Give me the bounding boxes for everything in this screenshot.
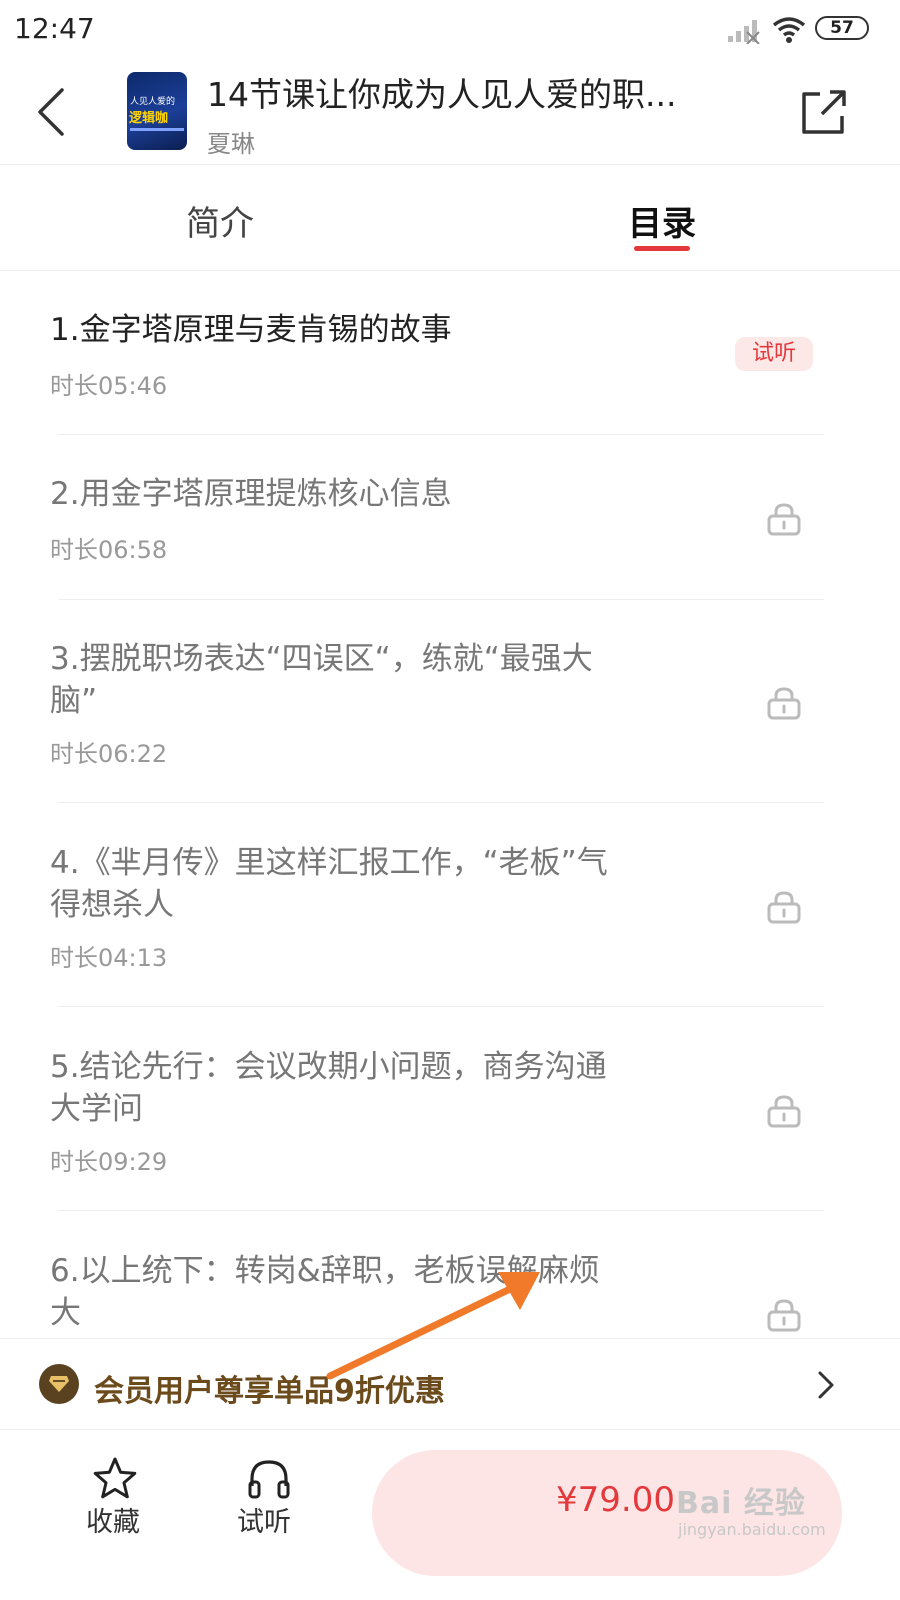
vip-diamond-icon <box>39 1364 79 1404</box>
headphones-icon[interactable] <box>247 1458 291 1504</box>
cover-text-main: 逻辑咖 <box>129 111 169 126</box>
status-bar <box>0 0 900 62</box>
trial-listen-button[interactable]: 试听 <box>237 1500 291 1539</box>
watermark-brand: Bai 经验 <box>676 1486 806 1521</box>
watermark-site: jingyan.baidu.com <box>678 1520 826 1539</box>
tab-toc[interactable]: 目录 <box>628 196 696 245</box>
lesson-duration-2: 时长06:58 <box>50 536 168 564</box>
list-divider <box>58 1006 824 1007</box>
star-icon[interactable] <box>92 1456 138 1504</box>
header-divider <box>0 164 900 165</box>
list-divider <box>58 802 824 803</box>
course-author: 夏琳 <box>207 130 255 158</box>
cover-text-top: 人见人爱的 <box>130 97 176 107</box>
cellular-signal-icon <box>727 18 761 48</box>
list-divider <box>58 1210 824 1211</box>
active-tab-indicator <box>634 246 690 251</box>
lock-icon <box>766 1298 802 1336</box>
cover-decor-line <box>130 128 184 131</box>
lesson-title-4[interactable]: 4.《芈月传》里这样汇报工作，“老板”气得想杀人 <box>50 842 610 926</box>
lesson-duration-1: 时长05:46 <box>50 372 168 400</box>
tab-intro[interactable]: 简介 <box>186 196 254 245</box>
lesson-title-1[interactable]: 1.金字塔原理与麦肯锡的故事 <box>50 309 610 351</box>
lock-icon <box>766 686 802 724</box>
price-label: ¥79.00 <box>556 1480 675 1520</box>
share-button[interactable] <box>800 88 848 140</box>
lesson-title-5[interactable]: 5.结论先行：会议改期小问题，商务沟通大学问 <box>50 1046 610 1130</box>
lesson-duration-5: 时长09:29 <box>50 1148 168 1176</box>
wifi-icon <box>772 16 806 48</box>
favorite-button[interactable]: 收藏 <box>86 1500 140 1539</box>
tabs-divider <box>0 270 900 271</box>
list-divider <box>58 434 824 435</box>
battery-indicator: 57 <box>815 16 869 40</box>
lesson-duration-3: 时长06:22 <box>50 740 168 768</box>
course-title: 14节课让你成为人见人爱的职... <box>207 75 677 114</box>
lesson-title-6[interactable]: 6.以上统下：转岗&辞职，老板误解麻烦大 <box>50 1250 610 1334</box>
lock-icon <box>766 890 802 928</box>
chevron-right-icon <box>816 1370 836 1404</box>
list-divider <box>58 599 824 600</box>
lesson-duration-4: 时长04:13 <box>50 944 168 972</box>
status-time: 12:47 <box>14 12 95 45</box>
back-button[interactable] <box>36 88 66 140</box>
course-cover-image: 人见人爱的 逻辑咖 <box>127 72 187 150</box>
vip-promo-text: 会员用户尊享单品9折优惠 <box>94 1374 445 1409</box>
lock-icon <box>766 502 802 540</box>
lesson-title-3[interactable]: 3.摆脱职场表达“四误区“，练就“最强大脑” <box>50 638 610 722</box>
lock-icon <box>766 1094 802 1132</box>
trial-badge[interactable]: 试听 <box>735 337 813 371</box>
lesson-title-2[interactable]: 2.用金字塔原理提炼核心信息 <box>50 473 610 515</box>
